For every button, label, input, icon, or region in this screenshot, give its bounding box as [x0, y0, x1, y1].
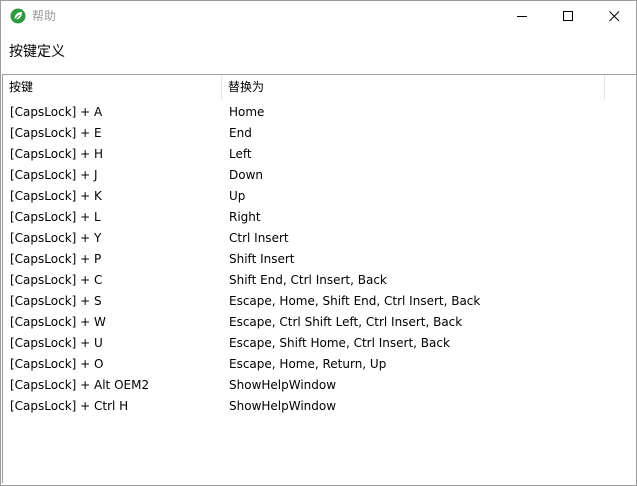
- table-row[interactable]: [CapsLock] + Ctrl H ShowHelpWindow: [3, 396, 636, 417]
- table-row[interactable]: [CapsLock] + K Up: [3, 186, 636, 207]
- key-cell: [CapsLock] + S: [10, 294, 102, 308]
- table-row[interactable]: [CapsLock] + J Down: [3, 165, 636, 186]
- key-mapping-table[interactable]: 按键 替换为 [CapsLock] + A Home [CapsLock] + E E…: [2, 74, 636, 483]
- key-cell: [CapsLock] + L: [10, 210, 101, 224]
- key-cell: [CapsLock] + Ctrl H: [10, 399, 129, 413]
- key-cell: [CapsLock] + C: [10, 273, 103, 287]
- maximize-button[interactable]: [545, 1, 591, 32]
- table-body: [CapsLock] + A Home [CapsLock] + E End [Caps…: [3, 102, 636, 417]
- table-row[interactable]: [CapsLock] + Y Ctrl Insert: [3, 228, 636, 249]
- key-cell: [CapsLock] + Alt OEM2: [10, 378, 150, 392]
- replacement-cell: Ctrl Insert: [229, 231, 289, 245]
- replacement-cell: Down: [229, 168, 264, 182]
- column-header-replacement[interactable]: 替换为: [222, 75, 605, 100]
- table-row[interactable]: [CapsLock] + A Home: [3, 102, 636, 123]
- key-cell: [CapsLock] + J: [10, 168, 98, 182]
- table-row[interactable]: [CapsLock] + L Right: [3, 207, 636, 228]
- page-heading: 按键定义: [9, 44, 65, 60]
- replacement-cell: End: [229, 126, 252, 140]
- key-cell: [CapsLock] + A: [10, 105, 103, 119]
- replacement-cell: Escape, Home, Shift End, Ctrl Insert, Ba…: [229, 294, 481, 308]
- replacement-cell: ShowHelpWindow: [229, 378, 337, 392]
- close-button[interactable]: [591, 1, 637, 32]
- table-row[interactable]: [CapsLock] + H Left: [3, 144, 636, 165]
- column-header-key[interactable]: 按键: [3, 75, 222, 100]
- replacement-cell: Up: [229, 189, 246, 203]
- replacement-cell: Escape, Home, Return, Up: [229, 357, 387, 371]
- table-row[interactable]: [CapsLock] + C Shift End, Ctrl Insert, Ba…: [3, 270, 636, 291]
- table-row[interactable]: [CapsLock] + P Shift Insert: [3, 249, 636, 270]
- maximize-icon: [563, 11, 573, 21]
- table-row[interactable]: [CapsLock] + O Escape, Home, Return, Up: [3, 354, 636, 375]
- key-cell: [CapsLock] + P: [10, 252, 102, 266]
- replacement-cell: Right: [229, 210, 261, 224]
- window-title: 帮助: [32, 9, 57, 23]
- title-bar[interactable]: 帮助: [1, 1, 636, 32]
- replacement-cell: Shift End, Ctrl Insert, Back: [229, 273, 387, 287]
- key-cell: [CapsLock] + W: [10, 315, 106, 329]
- replacement-cell: Escape, Shift Home, Ctrl Insert, Back: [229, 336, 450, 350]
- replacement-cell: Escape, Ctrl Shift Left, Ctrl Insert, Ba…: [229, 315, 463, 329]
- replacement-cell: Home: [229, 105, 265, 119]
- key-cell: [CapsLock] + U: [10, 336, 103, 350]
- minimize-button[interactable]: [499, 1, 545, 32]
- table-row[interactable]: [CapsLock] + Alt OEM2 ShowHelpWindow: [3, 375, 636, 396]
- table-row[interactable]: [CapsLock] + E End: [3, 123, 636, 144]
- replacement-cell: Shift Insert: [229, 252, 295, 266]
- table-row[interactable]: [CapsLock] + W Escape, Ctrl Shift Left, C…: [3, 312, 636, 333]
- leaf-icon: [10, 8, 26, 24]
- key-cell: [CapsLock] + H: [10, 147, 104, 161]
- key-cell: [CapsLock] + E: [10, 126, 102, 140]
- key-cell: [CapsLock] + K: [10, 189, 102, 203]
- table-header: 按键 替换为: [3, 75, 636, 100]
- replacement-cell: Left: [229, 147, 252, 161]
- table-row[interactable]: [CapsLock] + S Escape, Home, Shift End, C…: [3, 291, 636, 312]
- minimize-icon: [517, 16, 527, 17]
- replacement-cell: ShowHelpWindow: [229, 399, 337, 413]
- key-cell: [CapsLock] + O: [10, 357, 104, 371]
- help-window: 帮助 按键定义 按键 替换为 [CapsLock] + A Home [CapsLo…: [0, 0, 637, 486]
- table-row[interactable]: [CapsLock] + U Escape, Shift Home, Ctrl I…: [3, 333, 636, 354]
- close-icon: [609, 11, 620, 22]
- key-cell: [CapsLock] + Y: [10, 231, 102, 245]
